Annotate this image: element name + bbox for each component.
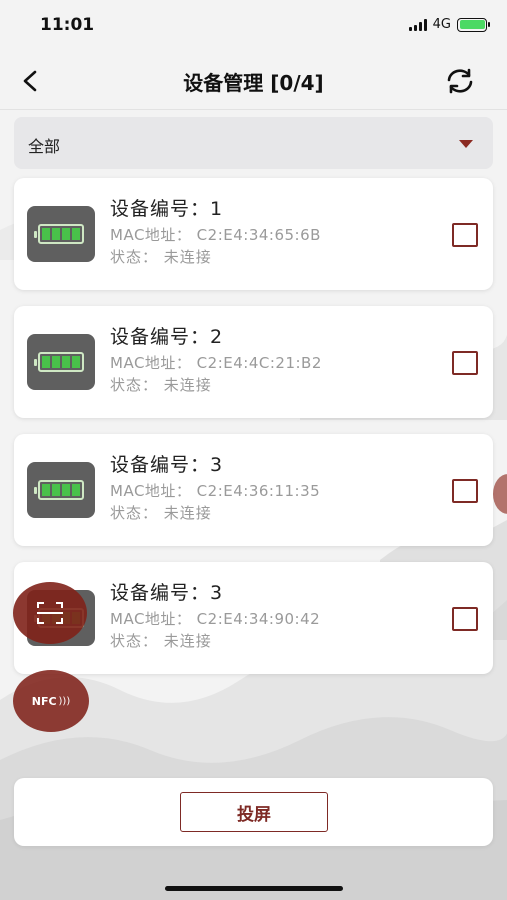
device-mac: MAC地址： C2:E4:34:90:42 [110,610,321,628]
signal-icon [408,18,427,31]
bottom-action-panel: 投屏 [14,778,493,846]
device-filter-select[interactable]: 全部 [14,117,493,169]
device-name: 设备编号：3 [110,454,224,476]
refresh-button[interactable] [443,64,477,98]
status-indicators: 4G [408,17,490,32]
device-state: 状态： 未连接 [110,376,212,394]
network-type: 4G [432,17,451,32]
home-indicator [165,886,343,891]
device-state: 状态： 未连接 [110,248,212,266]
device-name: 设备编号：2 [110,326,224,348]
device-mac: MAC地址： C2:E4:34:65:6B [110,226,321,244]
nfc-label: NFC [31,694,57,708]
nfc-button[interactable]: NFC ))) [13,670,89,732]
device-checkbox[interactable] [452,479,478,503]
refresh-icon [447,68,473,94]
nav-bar: 设备管理 [0/4] [0,52,507,110]
device-checkbox[interactable] [452,607,478,631]
device-state: 状态： 未连接 [110,632,212,650]
device-card[interactable]: 设备编号：2 MAC地址： C2:E4:4C:21:B2 状态： 未连接 [14,306,493,418]
battery-icon [457,17,490,32]
nfc-wave-icon: ))) [58,695,71,707]
device-name: 设备编号：3 [110,582,224,604]
device-card[interactable]: 设备编号：1 MAC地址： C2:E4:34:65:6B 状态： 未连接 [14,178,493,290]
filter-selected-value: 全部 [28,137,61,156]
device-checkbox[interactable] [452,223,478,247]
battery-device-icon [27,462,95,518]
battery-device-icon [27,334,95,390]
status-bar: 11:01 4G [0,0,507,50]
device-checkbox[interactable] [452,351,478,375]
device-name: 设备编号：1 [110,198,224,220]
battery-device-icon [27,206,95,262]
scan-button[interactable] [13,582,87,644]
device-mac: MAC地址： C2:E4:4C:21:B2 [110,354,322,372]
device-mac: MAC地址： C2:E4:36:11:35 [110,482,321,500]
device-state: 状态： 未连接 [110,504,212,522]
scan-icon [37,602,63,624]
dropdown-arrow-icon [459,140,473,148]
device-card[interactable]: 设备编号：3 MAC地址： C2:E4:36:11:35 状态： 未连接 [14,434,493,546]
cast-screen-button[interactable]: 投屏 [180,792,328,832]
page-title: 设备管理 [0/4] [183,71,324,95]
status-time: 11:01 [40,15,95,35]
